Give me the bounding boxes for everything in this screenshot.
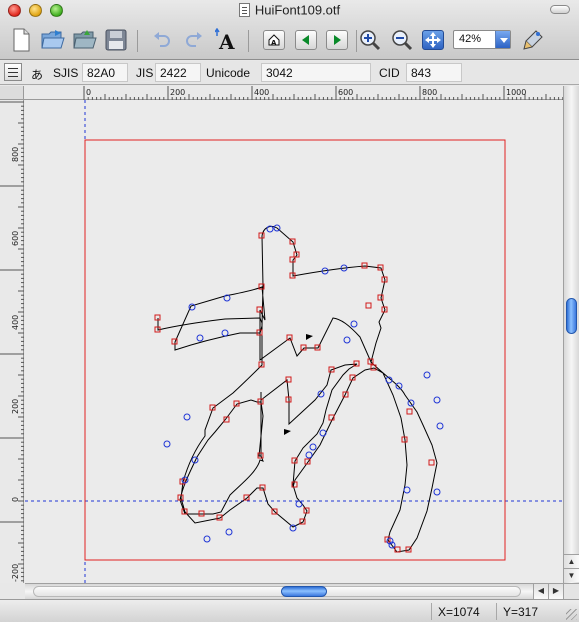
toolbar-separator	[356, 30, 357, 52]
vertical-ruler[interactable]: 800 600 400 200 0 -200	[0, 100, 24, 586]
horizontal-scrollbar[interactable]: ◀ ▶	[25, 583, 563, 599]
next-glyph-icon	[334, 35, 341, 45]
fit-view-icon	[425, 32, 441, 48]
zoom-in-icon	[360, 30, 381, 51]
home-glyph-icon: A	[268, 34, 280, 47]
glyph-contour-3[interactable]	[292, 361, 438, 553]
zoom-level-value: 42%	[459, 33, 482, 45]
svg-text:A: A	[218, 30, 235, 52]
ruler-label: 400	[11, 315, 20, 330]
next-glyph-button[interactable]	[326, 30, 348, 50]
save-button[interactable]	[104, 28, 128, 52]
ruler-label: -200	[11, 564, 20, 582]
scroll-corner	[563, 583, 579, 599]
zoom-out-button[interactable]	[390, 28, 414, 52]
glyph-contour-2[interactable]	[157, 317, 358, 528]
horizontal-scroll-track[interactable]	[33, 586, 521, 597]
cursor-x-readout: X=1074	[431, 603, 495, 620]
chevron-down-icon[interactable]	[495, 31, 510, 48]
new-document-button[interactable]	[9, 28, 33, 52]
redo-button[interactable]	[182, 28, 206, 52]
zoom-in-button[interactable]	[358, 28, 382, 52]
horizontal-scroll-thumb[interactable]	[281, 586, 327, 597]
horizontal-ruler[interactable]: 0 200 400 600 800 1000	[24, 86, 576, 100]
glyph-info-bar: あ SJIS 82A0 JIS 2422 Unicode 3042 CID 84…	[0, 61, 579, 85]
ruler-label: 200	[11, 399, 20, 414]
toolbar-toggle-button[interactable]	[550, 5, 570, 14]
open-recent-button[interactable]	[73, 28, 97, 52]
previous-glyph-button[interactable]	[295, 30, 317, 50]
open-folder-icon	[41, 30, 65, 49]
palette-icon	[523, 30, 543, 50]
jis-field[interactable]: 2422	[155, 63, 201, 82]
previous-glyph-icon	[302, 35, 309, 45]
ruler-label: 400	[254, 88, 269, 97]
ruler-label: 800	[11, 147, 20, 162]
cid-field[interactable]: 843	[406, 63, 462, 82]
contour-start-marker	[306, 334, 313, 340]
horizontal-ruler-ticks: 0 200 400 600 800 1000	[83, 86, 576, 100]
sjis-label: SJIS	[53, 66, 79, 80]
glyph-text-button[interactable]: A	[214, 28, 238, 52]
zoom-out-icon	[392, 30, 413, 51]
new-document-icon	[13, 28, 30, 52]
ruler-label: 600	[11, 231, 20, 246]
status-bar: X=1074 Y=317	[0, 599, 579, 622]
scroll-up-button[interactable]: ▲	[564, 554, 579, 568]
toolbar-separator	[137, 30, 138, 52]
unicode-field[interactable]: 3042	[261, 63, 371, 82]
undo-button[interactable]	[150, 28, 174, 52]
glyph-list-toggle-button[interactable]	[4, 63, 22, 81]
unicode-label: Unicode	[206, 66, 251, 80]
ruler-label: 0	[11, 497, 20, 502]
contour-start-marker	[284, 429, 291, 435]
title-toolbar: HuiFont109.otf A A 42%	[0, 0, 579, 60]
undo-icon	[154, 32, 170, 47]
open-button[interactable]	[41, 28, 65, 52]
zoom-level-select[interactable]: 42%	[453, 30, 511, 49]
home-glyph-button[interactable]: A	[263, 30, 285, 50]
fit-view-button[interactable]	[422, 30, 444, 50]
window-title-area: HuiFont109.otf	[0, 2, 579, 17]
glyph-outline-view[interactable]	[25, 100, 563, 583]
vertical-scrollbar[interactable]: ▲ ▼	[563, 86, 579, 583]
document-proxy-icon[interactable]	[238, 2, 250, 17]
vertical-ruler-ticks: 800 600 400 200 0 -200	[0, 101, 24, 586]
cid-label: CID	[379, 66, 400, 80]
ruler-corner	[0, 86, 24, 100]
sjis-field[interactable]: 82A0	[82, 63, 128, 82]
vertical-scroll-thumb[interactable]	[566, 298, 577, 334]
svg-text:A: A	[271, 39, 277, 47]
glyph-text-icon: A	[215, 28, 235, 52]
palette-button[interactable]	[521, 28, 545, 52]
scroll-down-button[interactable]: ▼	[564, 568, 579, 582]
scroll-left-button[interactable]: ◀	[533, 584, 548, 599]
kana-char: あ	[31, 68, 44, 82]
ruler-label: 600	[338, 88, 353, 97]
jis-label: JIS	[136, 66, 154, 80]
ruler-label: 800	[422, 88, 437, 97]
ruler-label: 1000	[506, 88, 526, 97]
glyph-edit-canvas[interactable]	[25, 100, 563, 583]
open-recent-icon	[73, 30, 97, 49]
redo-icon	[186, 32, 202, 47]
ruler-label: 0	[86, 88, 91, 97]
save-disk-icon	[105, 29, 127, 51]
scroll-right-button[interactable]: ▶	[548, 584, 563, 599]
window-title: HuiFont109.otf	[254, 2, 341, 18]
toolbar-separator	[248, 30, 249, 52]
cursor-y-readout: Y=317	[496, 603, 558, 620]
ruler-label: 200	[170, 88, 185, 97]
glyph-contour-1[interactable]	[174, 225, 386, 364]
off-curve-points	[163, 224, 444, 549]
resize-grip[interactable]	[566, 609, 577, 620]
